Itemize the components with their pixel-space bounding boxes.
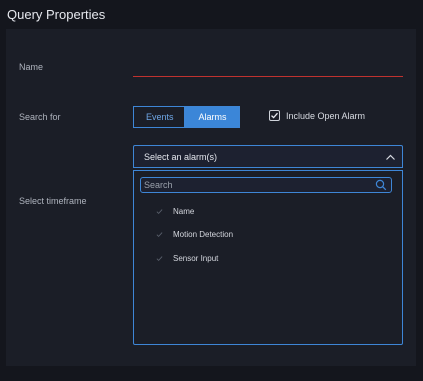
search-icon[interactable] xyxy=(375,179,387,191)
alarm-select[interactable]: Select an alarm(s) xyxy=(133,145,403,168)
chevron-up-icon[interactable] xyxy=(385,152,396,163)
tick-icon xyxy=(156,209,163,215)
alarm-select-placeholder: Select an alarm(s) xyxy=(144,152,218,162)
checkbox-box[interactable] xyxy=(269,110,280,121)
tick-icon xyxy=(156,256,163,262)
name-input-underline[interactable] xyxy=(133,76,403,77)
alarm-option-label: Sensor Input xyxy=(173,254,219,263)
select-timeframe-label: Select timeframe xyxy=(19,196,87,206)
alarms-button[interactable]: Alarms xyxy=(185,106,240,128)
name-label: Name xyxy=(19,62,44,72)
alarm-option-label: Motion Detection xyxy=(173,230,234,239)
check-icon xyxy=(271,112,278,119)
alarm-search-input[interactable] xyxy=(144,179,364,191)
alarm-option-sensor-input[interactable]: Sensor Input xyxy=(156,254,218,263)
alarm-search-box[interactable] xyxy=(140,177,392,193)
alarm-option-motion-detection[interactable]: Motion Detection xyxy=(156,230,233,239)
search-for-label: Search for xyxy=(19,112,61,122)
alarm-option-label: Name xyxy=(173,207,195,216)
include-open-alarm-checkbox[interactable]: Include Open Alarm xyxy=(269,110,365,121)
panel-title: Query Properties xyxy=(7,7,106,22)
include-open-alarm-label: Include Open Alarm xyxy=(286,110,366,121)
alarm-option-name[interactable]: Name xyxy=(156,207,194,216)
events-button[interactable]: Events xyxy=(133,106,185,128)
alarm-dropdown-list: Name Motion Detection Sensor Input xyxy=(133,170,403,345)
search-for-segmented-control: Events Alarms xyxy=(133,106,240,128)
tick-icon xyxy=(156,232,163,238)
